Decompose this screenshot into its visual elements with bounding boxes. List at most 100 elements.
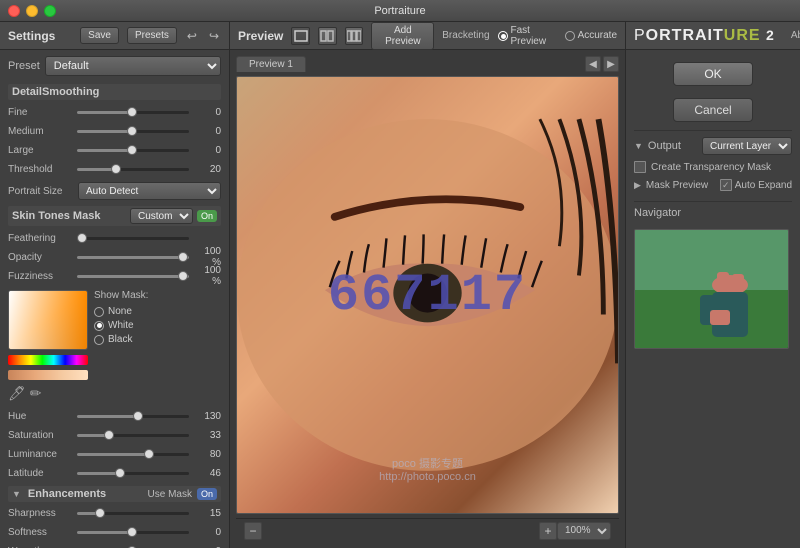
portrait-size-row: Portrait Size Auto Detect [8, 182, 221, 200]
mask-none-radio[interactable] [94, 307, 104, 317]
navigator-thumbnail [634, 229, 789, 349]
eyedropper-icon[interactable]: 🖊 [8, 385, 26, 402]
navigator-svg [635, 230, 789, 349]
watermark-line1: poco 摄影专题 [379, 455, 476, 471]
zoom-out-button[interactable]: − [244, 522, 262, 540]
mask-black-option[interactable]: Black [94, 334, 148, 345]
output-expand-icon[interactable]: ▼ [634, 141, 643, 151]
skin-mode-select[interactable]: Custom [130, 208, 193, 224]
triple-view-btn[interactable] [345, 27, 364, 45]
output-select[interactable]: Current Layer [702, 137, 792, 155]
output-row: ▼ Output Current Layer [634, 130, 792, 155]
use-mask-label: Use Mask [148, 489, 192, 500]
presets-button[interactable]: Presets [127, 27, 177, 44]
enhancements-collapse-icon[interactable]: ▼ [12, 489, 21, 499]
preview-area: Preview 1 ◀ ▶ [230, 50, 625, 548]
sharpness-track[interactable] [77, 512, 189, 515]
mask-preview-collapse-icon[interactable]: ▶ [634, 180, 641, 191]
eyedropper2-icon[interactable]: ✏ [30, 385, 42, 402]
large-label: Large [8, 145, 73, 156]
cancel-button[interactable]: Cancel [673, 98, 753, 122]
bracketing-label[interactable]: Bracketing [442, 30, 489, 41]
accurate-option[interactable]: Accurate [565, 30, 617, 41]
enhancements-header: ▼ Enhancements Use Mask On [8, 486, 221, 502]
mask-preview-label: Mask Preview [646, 180, 715, 191]
save-button[interactable]: Save [80, 27, 119, 44]
zoom-select[interactable]: 100% [557, 522, 611, 540]
fullscreen-button[interactable] [44, 5, 56, 17]
softness-slider-row: Softness 0 [8, 524, 221, 540]
color-gradient[interactable] [8, 290, 88, 350]
preset-row: Preset Default [8, 56, 221, 76]
preview-nav: ◀ ▶ [585, 56, 619, 72]
split-view-btn[interactable] [318, 27, 337, 45]
transparency-row: Create Transparency Mask [634, 161, 792, 173]
panel-toolbar: Settings Save Presets ↩ ↪ [0, 22, 229, 50]
about-button[interactable]: About [787, 28, 800, 43]
app-title-normal: P [634, 27, 646, 44]
fuzziness-value: 100 % [193, 265, 221, 287]
undo-icon[interactable]: ↩ [185, 29, 199, 43]
mask-black-radio[interactable] [94, 335, 104, 345]
eyedropper-row: 🖊 ✏ [8, 385, 88, 402]
mask-black-label: Black [108, 334, 132, 345]
latitude-slider-row: Latitude 46 [8, 465, 221, 481]
luminance-track[interactable] [77, 453, 189, 456]
mask-white-label: White [108, 320, 134, 331]
minimize-button[interactable] [26, 5, 38, 17]
feathering-track[interactable] [77, 237, 189, 240]
left-panel: Settings Save Presets ↩ ↪ Preset Default… [0, 22, 230, 548]
preview-tab-1[interactable]: Preview 1 [236, 56, 306, 72]
settings-label: Settings [8, 29, 72, 43]
fine-track[interactable] [77, 111, 189, 114]
opacity-slider-row: Opacity 100 % [8, 249, 221, 265]
portrait-size-select[interactable]: Auto Detect [78, 182, 221, 200]
threshold-track[interactable] [77, 168, 189, 171]
feathering-label: Feathering [8, 233, 73, 244]
mask-white-radio[interactable] [94, 321, 104, 331]
medium-label: Medium [8, 126, 73, 137]
ok-button[interactable]: OK [673, 62, 753, 86]
hue-bar[interactable] [8, 355, 88, 365]
portrait-size-label: Portrait Size [8, 186, 73, 197]
large-track[interactable] [77, 149, 189, 152]
prev-arrow[interactable]: ◀ [585, 56, 601, 72]
zoom-in-button[interactable]: + [539, 522, 557, 540]
center-toolbar: Preview Add Preview Bracketing Fast Prev… [230, 22, 625, 50]
fast-preview-label: Fast Preview [511, 25, 557, 47]
auto-expand-checkbox[interactable]: ✓ [720, 179, 732, 191]
close-button[interactable] [8, 5, 20, 17]
titlebar: Portraiture [0, 0, 800, 22]
redo-icon[interactable]: ↪ [207, 29, 221, 43]
preset-label: Preset [8, 60, 40, 72]
fast-preview-radio[interactable] [498, 31, 508, 41]
saturation-track[interactable] [77, 434, 189, 437]
medium-track[interactable] [77, 130, 189, 133]
warmth-slider-row: Warmth 0 [8, 543, 221, 548]
skin-on-badge[interactable]: On [197, 210, 217, 222]
large-slider-row: Large 0 [8, 142, 221, 158]
luminance-slider-row: Luminance 80 [8, 446, 221, 462]
accurate-radio[interactable] [565, 31, 575, 41]
opacity-track[interactable] [77, 256, 189, 259]
hue-track[interactable] [77, 415, 189, 418]
latitude-track[interactable] [77, 472, 189, 475]
next-arrow[interactable]: ▶ [603, 56, 619, 72]
show-mask-label: Show Mask: [94, 290, 148, 301]
transparency-checkbox[interactable] [634, 161, 646, 173]
mask-preview-row: ▶ Mask Preview ✓ Auto Expand [634, 179, 792, 191]
detail-smoothing-header: DetailSmoothing [8, 84, 221, 100]
single-view-btn[interactable] [291, 27, 310, 45]
add-preview-button[interactable]: Add Preview [371, 22, 434, 50]
fuzziness-track[interactable] [77, 275, 189, 278]
preset-select[interactable]: Default [45, 56, 221, 76]
preview-watermark: poco 摄影专题 http://photo.poco.cn [379, 455, 476, 483]
mask-none-label: None [108, 306, 132, 317]
fast-preview-option[interactable]: Fast Preview [498, 25, 557, 47]
enhancements-on-badge[interactable]: On [197, 488, 217, 500]
enhancements-label: Enhancements [28, 488, 143, 500]
mask-none-option[interactable]: None [94, 306, 148, 317]
softness-track[interactable] [77, 531, 189, 534]
right-toolbar: PORTRAITURE 2 About Help [626, 22, 800, 50]
mask-white-option[interactable]: White [94, 320, 148, 331]
